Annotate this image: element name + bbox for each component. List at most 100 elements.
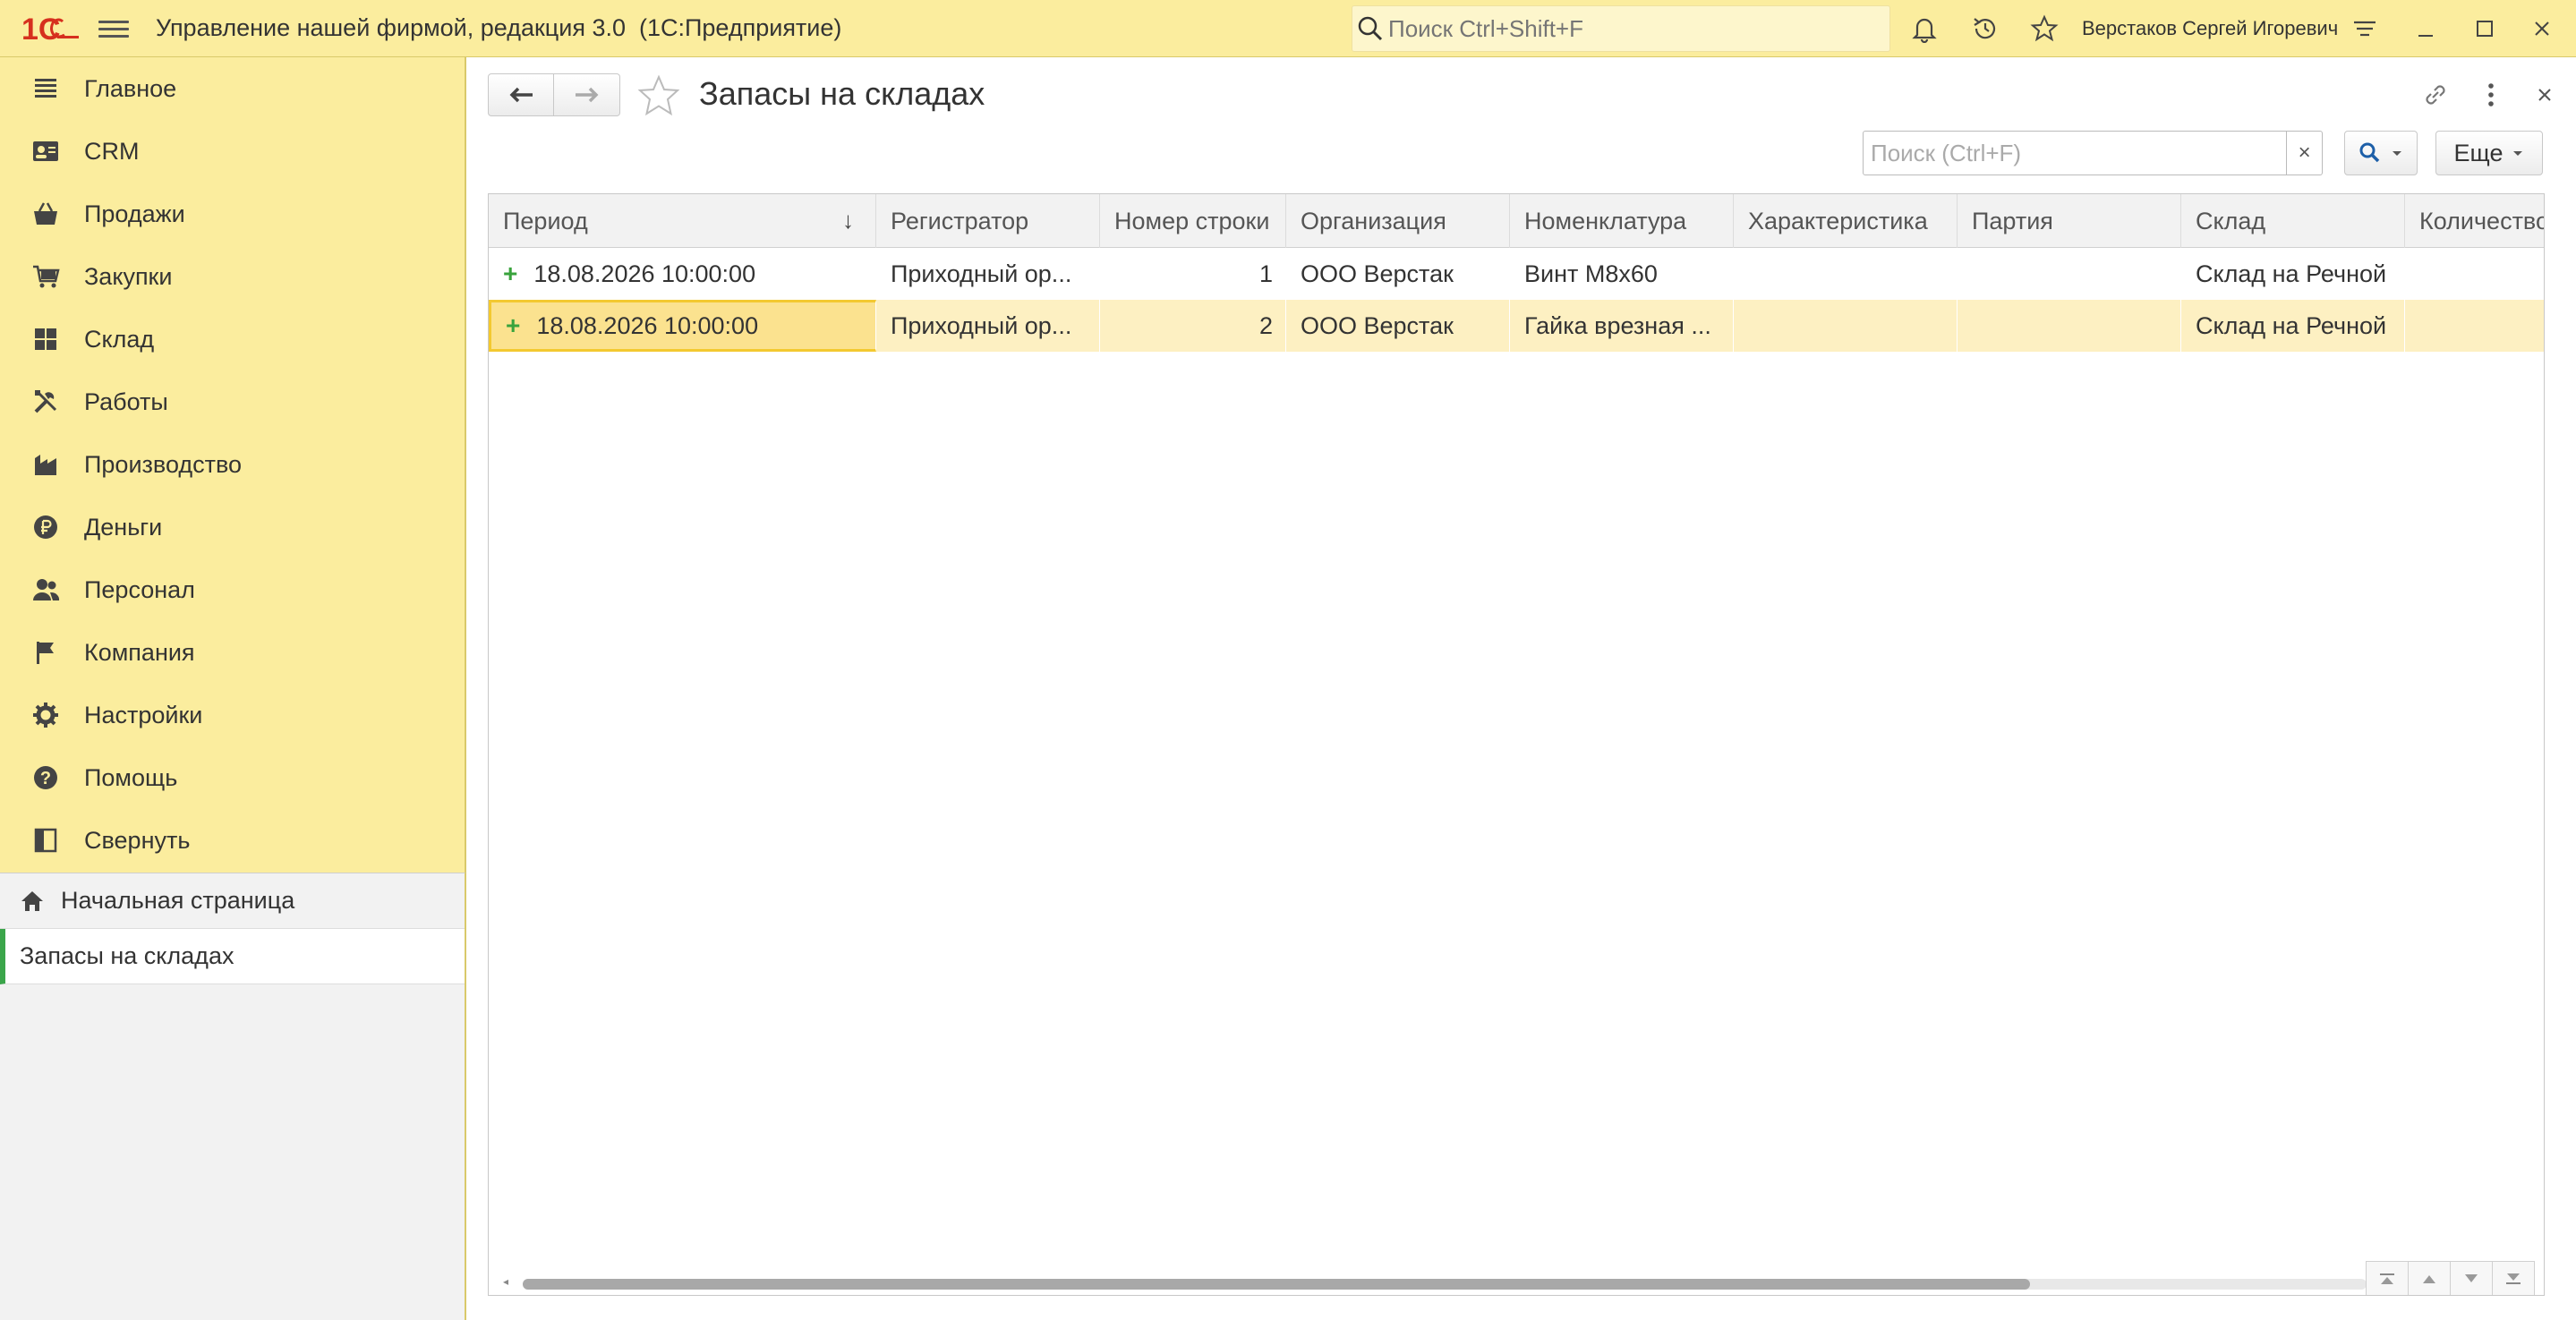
more-button[interactable]: Еще bbox=[2435, 131, 2543, 175]
cell-period[interactable]: +18.08.2026 10:00:00 bbox=[489, 248, 876, 300]
maximize-icon[interactable] bbox=[2469, 13, 2501, 45]
column-header-batch[interactable]: Партия bbox=[1958, 194, 2181, 248]
income-plus-icon: + bbox=[506, 311, 521, 339]
column-header-line-number[interactable]: Номер строки bbox=[1100, 194, 1286, 248]
sidebar-item-purchases[interactable]: Закупки bbox=[0, 245, 465, 308]
sidebar-item-label: CRM bbox=[84, 137, 140, 165]
home-page-tab[interactable]: Начальная страница bbox=[0, 873, 465, 929]
close-form-icon[interactable] bbox=[2527, 77, 2563, 113]
flag-icon bbox=[30, 637, 61, 668]
cell-registrar[interactable]: Приходный ор... bbox=[876, 300, 1100, 352]
cell-line-number[interactable]: 1 bbox=[1100, 248, 1286, 300]
sidebar-item-label: Производство bbox=[84, 450, 243, 478]
back-button[interactable] bbox=[488, 73, 554, 116]
cell-batch[interactable] bbox=[1958, 248, 2181, 300]
cell-characteristic[interactable] bbox=[1734, 248, 1958, 300]
sidebar-item-personnel[interactable]: Персонал bbox=[0, 558, 465, 621]
cell-line-number[interactable]: 2 bbox=[1100, 300, 1286, 352]
table-header: Период ↓ Регистратор Номер строки Органи… bbox=[489, 194, 2544, 248]
cell-text: 18.08.2026 10:00:00 bbox=[533, 260, 756, 287]
warehouse-icon bbox=[30, 324, 61, 354]
settings-filter-icon[interactable] bbox=[2349, 13, 2381, 45]
clear-search-button[interactable]: × bbox=[2287, 131, 2323, 175]
more-vertical-icon[interactable] bbox=[2473, 77, 2509, 113]
list-search-input[interactable] bbox=[1863, 131, 2288, 175]
global-search[interactable] bbox=[1352, 5, 1890, 52]
minimize-icon[interactable] bbox=[2410, 13, 2442, 45]
sidebar-item-production[interactable]: Производство bbox=[0, 433, 465, 496]
search-button[interactable] bbox=[2344, 131, 2418, 175]
stocks-table: Период ↓ Регистратор Номер строки Органи… bbox=[488, 193, 2545, 1296]
1c-logo[interactable]: 1С bbox=[21, 11, 79, 47]
column-label: Период bbox=[503, 207, 588, 234]
sidebar-item-help[interactable]: ? Помощь bbox=[0, 746, 465, 809]
sidebar-item-works[interactable]: Работы bbox=[0, 370, 465, 433]
table-row[interactable]: +18.08.2026 10:00:00 Приходный ор... 1 О… bbox=[489, 248, 2544, 300]
column-header-characteristic[interactable]: Характеристика bbox=[1734, 194, 1958, 248]
user-name[interactable]: Верстаков Сергей Игоревич bbox=[2082, 17, 2338, 40]
cell-organization[interactable]: ООО Верстак bbox=[1286, 300, 1510, 352]
cell-organization[interactable]: ООО Верстак bbox=[1286, 248, 1510, 300]
open-tab-label: Запасы на складах bbox=[20, 942, 235, 969]
sidebar-item-label: Настройки bbox=[84, 701, 203, 728]
scroll-up-button[interactable] bbox=[2408, 1261, 2451, 1295]
sidebar-item-label: Компания bbox=[84, 638, 195, 666]
add-to-favorites-star-icon[interactable] bbox=[636, 73, 681, 118]
cell-text: ООО Верстак bbox=[1301, 311, 1454, 339]
cell-warehouse[interactable]: Склад на Речной bbox=[2181, 300, 2405, 352]
gear-icon bbox=[30, 700, 61, 730]
sidebar-item-label: Помощь bbox=[84, 763, 178, 791]
home-icon bbox=[20, 889, 45, 914]
sidebar-item-company[interactable]: Компания bbox=[0, 621, 465, 684]
cell-quantity[interactable] bbox=[2405, 248, 2544, 300]
sidebar-item-collapse[interactable]: Свернуть bbox=[0, 809, 465, 872]
forward-button[interactable] bbox=[554, 73, 620, 116]
column-header-period[interactable]: Период ↓ bbox=[489, 194, 876, 248]
open-windows-panel: Начальная страница Запасы на складах bbox=[0, 873, 465, 1320]
help-icon: ? bbox=[30, 762, 61, 793]
column-label: Склад bbox=[2196, 207, 2266, 234]
cell-quantity[interactable] bbox=[2405, 300, 2544, 352]
sidebar-item-crm[interactable]: CRM bbox=[0, 120, 465, 183]
last-page-icon bbox=[2506, 1273, 2521, 1284]
sidebar-item-sales[interactable]: Продажи bbox=[0, 183, 465, 245]
scroll-to-bottom-button[interactable] bbox=[2492, 1261, 2535, 1295]
sidebar-item-label: Продажи bbox=[84, 200, 185, 227]
open-tab-stocks[interactable]: Запасы на складах bbox=[0, 929, 465, 984]
sidebar-item-warehouse[interactable]: Склад bbox=[0, 308, 465, 370]
cell-nomenclature[interactable]: Винт М8х60 bbox=[1510, 248, 1734, 300]
cell-batch[interactable] bbox=[1958, 300, 2181, 352]
table-row-selected[interactable]: +18.08.2026 10:00:00 Приходный ор... 2 О… bbox=[489, 300, 2544, 352]
horizontal-scrollbar[interactable]: ◂ ▸ bbox=[496, 1275, 2393, 1291]
cell-nomenclature[interactable]: Гайка врезная ... bbox=[1510, 300, 1734, 352]
sidebar-item-settings[interactable]: Настройки bbox=[0, 684, 465, 746]
scroll-to-top-button[interactable] bbox=[2366, 1261, 2409, 1295]
scroll-left-icon[interactable]: ◂ bbox=[503, 1275, 508, 1288]
main-menu-icon[interactable] bbox=[98, 16, 129, 41]
cell-registrar[interactable]: Приходный ор... bbox=[876, 248, 1100, 300]
global-search-input[interactable] bbox=[1388, 14, 1872, 43]
home-page-label: Начальная страница bbox=[61, 887, 295, 914]
link-icon[interactable] bbox=[2418, 77, 2453, 113]
cell-text: ООО Верстак bbox=[1301, 260, 1454, 287]
column-label: Характеристика bbox=[1748, 207, 1928, 234]
cell-period-current[interactable]: +18.08.2026 10:00:00 bbox=[489, 300, 876, 352]
scroll-thumb[interactable] bbox=[523, 1279, 2030, 1290]
bell-icon[interactable] bbox=[1908, 13, 1941, 45]
history-icon[interactable] bbox=[1969, 13, 2001, 45]
sidebar-item-money[interactable]: Деньги bbox=[0, 496, 465, 558]
column-header-nomenclature[interactable]: Номенклатура bbox=[1510, 194, 1734, 248]
close-window-icon[interactable] bbox=[2526, 13, 2558, 45]
arrow-left-icon bbox=[509, 87, 533, 103]
column-header-registrar[interactable]: Регистратор bbox=[876, 194, 1100, 248]
column-header-quantity[interactable]: Количество bbox=[2405, 194, 2544, 248]
scroll-down-button[interactable] bbox=[2450, 1261, 2493, 1295]
sidebar-item-main[interactable]: Главное bbox=[0, 57, 465, 120]
column-header-organization[interactable]: Организация bbox=[1286, 194, 1510, 248]
cell-characteristic[interactable] bbox=[1734, 300, 1958, 352]
tools-icon bbox=[30, 387, 61, 417]
favorites-star-icon[interactable] bbox=[2028, 13, 2060, 45]
column-header-warehouse[interactable]: Склад bbox=[2181, 194, 2405, 248]
cell-warehouse[interactable]: Склад на Речной bbox=[2181, 248, 2405, 300]
main-content: Запасы на складах × Еще Период ↓ Регистр… bbox=[465, 57, 2576, 1320]
